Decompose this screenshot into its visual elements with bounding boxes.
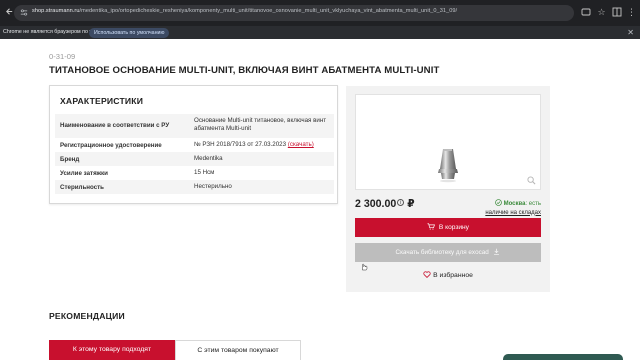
specs-card: ХАРАКТЕРИСТИКИ Наименование в соответств… (49, 85, 338, 204)
default-browser-infobar: Chrome не является браузером по умолчани… (0, 26, 640, 39)
url-text[interactable]: shop.straumann.ru/medentika_ipo/ortopedi… (32, 8, 457, 14)
stock-availability: : есть (525, 201, 541, 207)
spec-value: Medentika (194, 155, 223, 162)
product-sku: 0-31-09 (49, 52, 76, 61)
hand-cursor-icon (362, 263, 368, 271)
warehouse-availability-link[interactable]: наличие на складах (485, 209, 541, 218)
stock-info: Москва: есть наличие на складах (485, 199, 541, 217)
check-circle-icon (495, 199, 502, 206)
extensions-icon[interactable] (611, 7, 622, 18)
download-certificate-link[interactable]: (скачать) (288, 141, 314, 148)
table-row: Стерильность Нестерильно (55, 180, 334, 194)
stock-status: Москва: есть (485, 199, 541, 209)
table-row: Регистрационное удостоверение № РЗН 2018… (55, 138, 334, 152)
spec-key: Бренд (60, 156, 80, 163)
favorites-label: В избранное (433, 272, 473, 279)
bookmark-star-icon[interactable]: ☆ (596, 7, 607, 18)
address-bar[interactable]: shop.straumann.ru/medentika_ipo/ortopedi… (14, 5, 574, 21)
table-row: Усилие затяжки 15 Нсм (55, 166, 334, 180)
add-to-cart-label: В корзину (438, 224, 469, 231)
table-row: Бренд Medentika (55, 152, 334, 166)
purchase-panel: 2 300.00 i ₽ Москва: есть наличие на скла… (346, 86, 550, 292)
cart-icon (427, 223, 436, 230)
spec-value: Основание Multi-unit титановое, включая … (194, 117, 327, 133)
spec-key: Усилие затяжки (60, 170, 108, 177)
heart-icon (423, 271, 431, 279)
spec-key: Стерильность (60, 184, 104, 191)
browser-toolbar: shop.straumann.ru/medentika_ipo/ortopedi… (0, 0, 640, 26)
price-info-icon[interactable]: i (397, 199, 405, 206)
spec-key: Регистрационное удостоверение (60, 142, 162, 149)
menu-icon[interactable]: ⋮ (626, 7, 637, 18)
price-value: 2 300.00 (355, 198, 397, 210)
download-exocad-library-button[interactable]: Скачать библиотеку для exocad (355, 243, 541, 262)
currency-symbol: ₽ (407, 198, 415, 210)
multi-unit-abutment-image (438, 149, 458, 183)
download-icon (494, 248, 500, 255)
tab-compatible-products[interactable]: К этому товару подходят (49, 340, 175, 360)
tab-bought-together[interactable]: С этим товаром покупают (175, 340, 301, 360)
product-image[interactable] (355, 94, 541, 190)
table-row: Наименование в соответствии с РУ Основан… (55, 114, 334, 138)
cast-icon[interactable] (580, 7, 591, 18)
zoom-icon[interactable] (527, 176, 536, 185)
close-icon[interactable]: ✕ (627, 28, 634, 37)
spec-value: 15 Нсм (194, 169, 215, 176)
spec-key: Наименование в соответствии с РУ (60, 122, 170, 129)
specs-table: Наименование в соответствии с РУ Основан… (55, 114, 334, 194)
chat-widget-tab[interactable] (503, 354, 623, 360)
site-info-icon[interactable] (20, 8, 28, 17)
add-to-favorites[interactable]: В избранное (346, 271, 550, 279)
set-default-button[interactable]: Использовать по умолчанию (89, 27, 170, 38)
add-to-cart-button[interactable]: В корзину (355, 218, 541, 237)
recommendations-heading: РЕКОМЕНДАЦИИ (49, 311, 125, 321)
page-title: ТИТАНОВОЕ ОСНОВАНИЕ MULTI-UNIT, ВКЛЮЧАЯ … (49, 65, 440, 76)
specs-heading: ХАРАКТЕРИСТИКИ (60, 96, 144, 106)
download-label: Скачать библиотеку для exocad (395, 249, 489, 256)
product-price: 2 300.00 i ₽ (355, 198, 415, 210)
stock-city: Москва (503, 201, 526, 207)
spec-value: Нестерильно (194, 183, 232, 190)
spec-value: № РЗН 2018/7913 от 27.03.2023 (скачать) (194, 141, 314, 148)
